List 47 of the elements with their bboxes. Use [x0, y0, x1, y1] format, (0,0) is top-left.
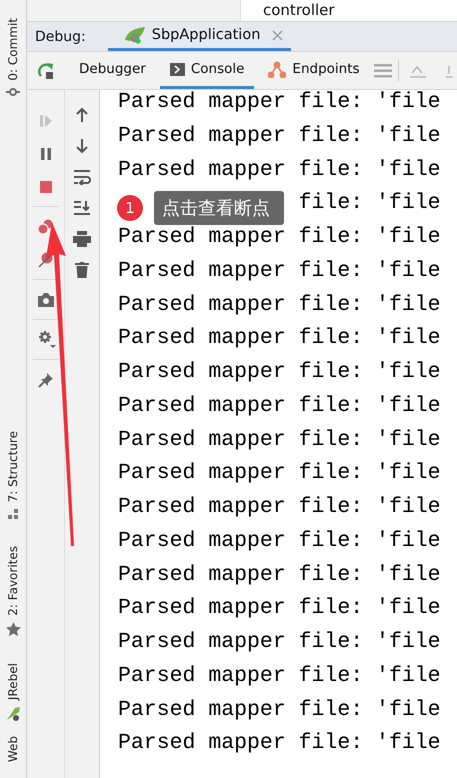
- panel-title: Debug:: [35, 28, 86, 44]
- down-arrow-icon[interactable]: [75, 138, 89, 154]
- console-line: Parsed mapper file: 'file: [118, 90, 441, 114]
- star-icon: [6, 622, 20, 637]
- console-line: Parsed mapper file: 'file: [118, 495, 441, 519]
- up-arrow-icon[interactable]: [75, 106, 89, 122]
- console-line: Parsed mapper file: 'file: [118, 258, 441, 283]
- leaf-icon: [124, 26, 146, 44]
- rocket-icon: [5, 706, 21, 722]
- console-line: Parsed mapper file: 'file: [118, 731, 441, 756]
- scroll-to-end-icon[interactable]: [73, 200, 91, 216]
- console-line: Parsed mapper file: 'file: [118, 360, 441, 384]
- tool-tab[interactable]: Debugger: [69, 52, 156, 89]
- console-line: Parsed mapper file: 'file: [118, 562, 441, 586]
- console-line: Parsed mapper file: 'file: [118, 394, 441, 418]
- rerun-icon[interactable]: [37, 62, 55, 80]
- tool-window-button[interactable]: Web: [6, 736, 20, 762]
- tool-window-button[interactable]: 0: Commit: [6, 18, 20, 81]
- console-line: Parsed mapper file: 'file: [118, 158, 441, 182]
- console-line: Parsed mapper file: 'file: [118, 124, 441, 148]
- tool-tab[interactable]: Endpoints: [258, 52, 370, 89]
- tool-window-button[interactable]: 7: Structure: [6, 430, 20, 502]
- console-line: Parsed mapper file: 'file: [118, 292, 441, 316]
- stop-icon[interactable]: [38, 178, 54, 194]
- console-line: Parsed mapper file: 'file: [118, 428, 441, 452]
- camera-icon[interactable]: [36, 292, 54, 307]
- endpoints-icon: [268, 60, 286, 78]
- console-line: Parsed mapper file: 'file: [118, 596, 441, 620]
- console-icon: [170, 62, 185, 76]
- trash-icon[interactable]: [75, 262, 89, 278]
- commit-icon: [6, 86, 20, 97]
- console-line: Parsed mapper file: 'file: [118, 698, 441, 722]
- console-line: Parsed mapper file: 'file: [118, 630, 441, 654]
- console-line: Parsed mapper file: 'file: [118, 664, 441, 688]
- tool-window-button[interactable]: 2: Favorites: [6, 546, 20, 616]
- console-line: Parsed mapper file: 'file: [118, 326, 441, 350]
- breakpoints-icon[interactable]: [36, 218, 54, 234]
- console-line: Parsed mapper file: 'file: [118, 461, 441, 486]
- print-icon[interactable]: [73, 230, 91, 246]
- tool-window-button[interactable]: JRebel: [6, 662, 20, 700]
- soft-wrap-icon[interactable]: [73, 168, 91, 184]
- console-line: Parsed mapper file: 'file: [118, 528, 441, 553]
- tooltip: 点击查看断点: [154, 191, 284, 225]
- console-line: Parsed mapper file: 'file: [118, 225, 441, 249]
- structure-icon: [7, 508, 19, 520]
- console-line: file: 'file: [298, 191, 441, 216]
- pin-icon[interactable]: [38, 372, 54, 388]
